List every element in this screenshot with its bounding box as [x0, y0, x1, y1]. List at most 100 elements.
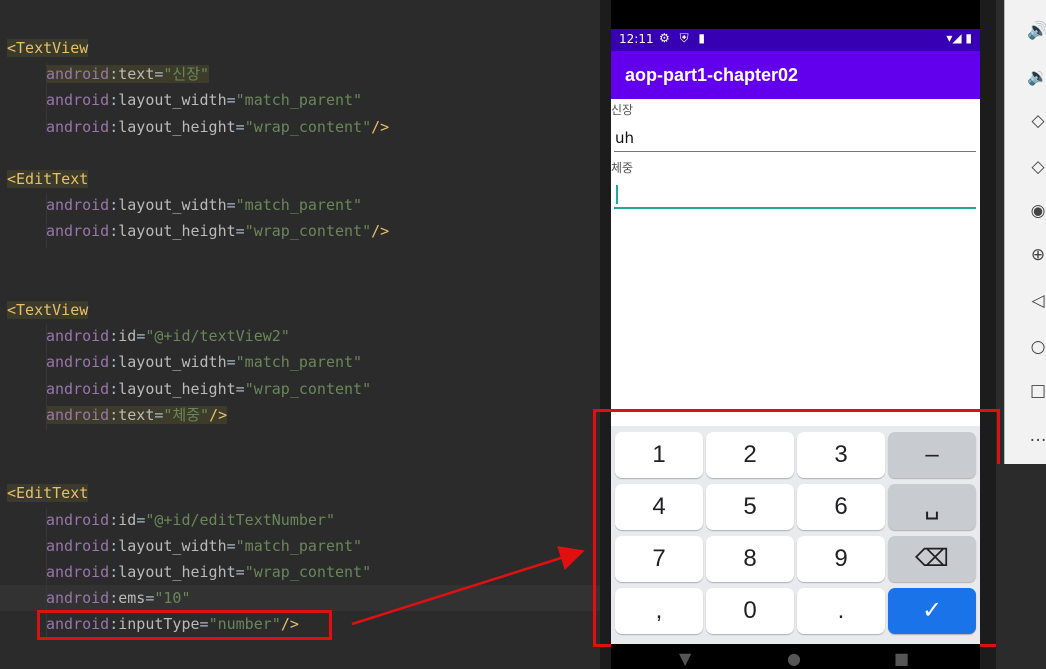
attr-name: layout_width: [118, 353, 227, 372]
nav-bar: ▼ ● ■: [611, 644, 980, 669]
signal-battery-icon: ▾◢ ▮: [946, 31, 972, 45]
zoom-icon[interactable]: ⊕: [1027, 244, 1046, 266]
equals: =: [226, 536, 236, 555]
volume-up-icon[interactable]: 🔊: [1027, 20, 1046, 42]
xml-tag: <EditText: [7, 484, 89, 503]
volume-down-icon[interactable]: 🔉: [1027, 66, 1046, 88]
app-bar: aop-part1-chapter02: [611, 51, 980, 99]
code-editor[interactable]: <TextView android:text="신장" android:layout…: [0, 0, 600, 669]
equals: =: [235, 563, 245, 581]
code-line[interactable]: android:text="신장": [0, 61, 600, 87]
attr-namespace: android: [46, 196, 110, 215]
equals: =: [226, 353, 236, 372]
code-line[interactable]: android:layout_width="match_parent": [0, 349, 600, 375]
attr-name: layout_width: [118, 536, 227, 555]
colon: :: [109, 405, 119, 424]
equals: =: [235, 117, 245, 136]
attr-value: "@+id/editTextNumber": [145, 510, 335, 529]
attr-value: "wrap_content": [244, 117, 372, 136]
code-line[interactable]: android:layout_width="match_parent": [0, 192, 600, 218]
attr-namespace: android: [46, 379, 110, 398]
code-line[interactable]: <TextView: [0, 35, 600, 61]
colon: :: [109, 117, 119, 136]
rotate-right-icon[interactable]: ◇: [1027, 156, 1046, 178]
more-icon[interactable]: …: [1027, 425, 1046, 447]
attr-value: "wrap_content": [244, 379, 372, 398]
attr-name: layout_width: [118, 196, 227, 215]
code-line[interactable]: [0, 245, 600, 271]
app-content: 신장 uh 체중: [611, 99, 980, 426]
code-line[interactable]: android:layout_height="wrap_content"/>: [0, 114, 600, 140]
home-nav-icon[interactable]: ●: [787, 649, 801, 668]
equals: =: [226, 91, 236, 110]
code-line[interactable]: android:layout_height="wrap_content": [0, 559, 600, 585]
attr-name: id: [118, 327, 137, 346]
code-line[interactable]: android:ems="10": [0, 585, 600, 612]
text-caret: [616, 185, 618, 204]
colon: :: [109, 353, 119, 372]
attr-value: "match_parent": [235, 536, 363, 555]
attr-value: "wrap_content": [244, 563, 372, 581]
weight-input[interactable]: [614, 181, 976, 209]
attr-namespace: android: [46, 91, 110, 110]
attr-value: "@+id/textView2": [145, 327, 290, 346]
screenshot-icon[interactable]: ◉: [1027, 200, 1046, 222]
colon: :: [109, 91, 119, 110]
code-line[interactable]: <EditText: [0, 166, 600, 192]
indent-guide: [46, 324, 47, 430]
status-time: 12:11: [619, 32, 654, 46]
back-icon[interactable]: ◁: [1027, 290, 1046, 312]
code-line[interactable]: <EditText: [0, 480, 600, 506]
attr-value: "체중": [163, 405, 210, 424]
colon: :: [109, 536, 119, 555]
tag-close: />: [371, 117, 390, 136]
attr-name: layout_height: [118, 117, 236, 136]
home-icon[interactable]: ○: [1027, 336, 1046, 358]
attr-namespace: android: [46, 222, 110, 241]
equals: =: [226, 196, 236, 215]
indent-guide: [46, 193, 47, 248]
attr-namespace: android: [46, 563, 110, 581]
colon: :: [109, 563, 119, 581]
rotate-left-icon[interactable]: ◇: [1027, 110, 1046, 132]
code-line[interactable]: [0, 140, 600, 166]
code-line[interactable]: [0, 454, 600, 480]
attr-namespace: android: [46, 405, 110, 424]
attr-value: "신장": [163, 65, 210, 84]
height-label: 신장: [611, 103, 634, 117]
back-nav-icon[interactable]: ▼: [679, 649, 691, 668]
height-input[interactable]: uh: [614, 124, 976, 152]
attr-namespace: android: [46, 589, 110, 608]
emulator-side-toolbar: 🔊 🔉 ◇ ◇ ◉ ⊕ ◁ ○ □ …: [1004, 0, 1046, 464]
attr-namespace: android: [46, 65, 110, 84]
attr-name: layout_height: [118, 379, 236, 398]
code-line[interactable]: android:layout_width="match_parent": [0, 533, 600, 559]
attr-namespace: android: [46, 536, 110, 555]
attr-value: "wrap_content": [244, 222, 372, 241]
code-line[interactable]: android:layout_width="match_parent": [0, 87, 600, 113]
attr-value: "match_parent": [235, 91, 363, 110]
colon: :: [109, 222, 119, 241]
code-line[interactable]: android:id="@+id/editTextNumber": [0, 507, 600, 533]
code-line[interactable]: android:text="체중"/>: [0, 402, 600, 428]
attr-namespace: android: [46, 353, 110, 372]
recents-nav-icon[interactable]: ■: [894, 649, 909, 668]
code-line[interactable]: [0, 428, 600, 454]
code-line[interactable]: android:layout_height="wrap_content": [0, 376, 600, 402]
attr-value: "match_parent": [235, 353, 363, 372]
attr-value: "match_parent": [235, 196, 363, 215]
equals: =: [235, 379, 245, 398]
status-icons: ⚙ ⛨ ▮: [659, 31, 708, 45]
equals: =: [136, 510, 146, 529]
overview-icon[interactable]: □: [1027, 380, 1046, 402]
xml-tag: <EditText: [7, 170, 89, 188]
attr-name: layout_height: [118, 563, 236, 581]
attr-namespace: android: [46, 510, 110, 529]
code-line[interactable]: <TextView: [0, 297, 600, 323]
height-input-value: uh: [615, 129, 635, 147]
colon: :: [109, 65, 119, 84]
code-line[interactable]: android:id="@+id/textView2": [0, 323, 600, 349]
code-line[interactable]: android:layout_height="wrap_content"/>: [0, 218, 600, 244]
code-line[interactable]: [0, 271, 600, 297]
attr-namespace: android: [46, 117, 110, 136]
